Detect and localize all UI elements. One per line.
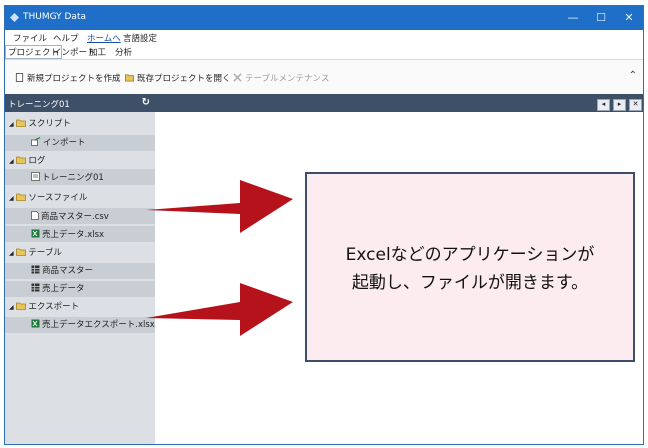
callout-box: Excelなどのアプリケーションが 起動し、ファイルが開きます。 (305, 172, 635, 362)
callout-line-1: Excelなどのアプリケーションが (345, 245, 595, 265)
callout-line-2: 起動し、ファイルが開きます。 (351, 273, 589, 293)
arrow-upper (146, 180, 293, 233)
arrow-lower (146, 283, 293, 336)
